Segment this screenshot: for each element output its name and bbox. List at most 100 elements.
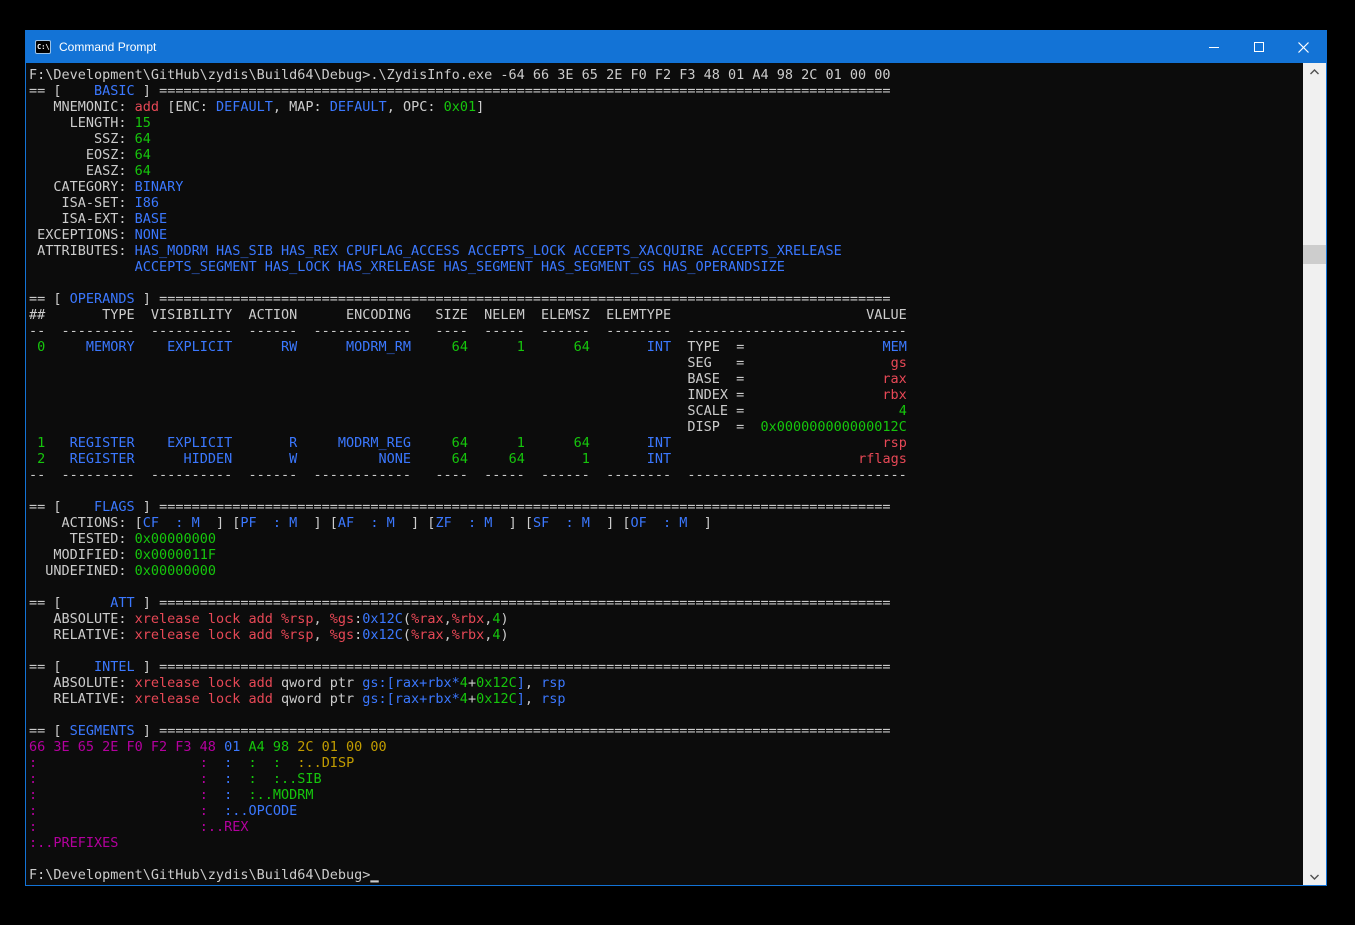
console-text-segment: EOSZ: [29,147,135,163]
console-text-segment: 66 3E 65 2E F0 F2 F3 48 [29,739,216,755]
console-text-segment [29,355,687,371]
console-text-segment: TESTED: [29,531,135,547]
console-text-segment: , [313,611,329,627]
console-text-segment: : [29,771,37,787]
console-text-segment: : [273,755,281,771]
console-text-segment [29,259,135,275]
console-text-segment: CATEGORY: [29,179,135,195]
console-text-segment [208,755,224,771]
console-text-segment: 1 [29,435,45,451]
console-text-segment: SF : M [533,515,590,531]
console-text-segment: ISA-EXT: [29,211,135,227]
console-line: 0 MEMORY EXPLICIT RW MODRM_RM 64 1 64 IN… [29,339,1303,355]
console-text-segment: LENGTH: [29,115,135,131]
console-line [29,707,1303,723]
console-text-segment: 64 [468,451,525,467]
console-text-segment: ] [135,595,159,611]
console-text-segment: 4 [492,611,500,627]
console-line: RELATIVE: xrelease lock add %rsp, %gs:0x… [29,627,1303,643]
scroll-down-button[interactable] [1303,868,1326,885]
console-text-segment: ZF : M [435,515,492,531]
maximize-icon [1254,42,1264,52]
console-text-segment: :..MODRM [249,787,314,803]
console-text-segment: A4 98 [248,739,289,755]
console-output[interactable]: F:\Development\GitHub\zydis\Build64\Debu… [26,63,1303,885]
console-text-segment: 4 [899,403,907,419]
console-text-segment: SCALE = [687,403,744,419]
window-title: Command Prompt [59,40,156,54]
console-text-segment: ACCEPTS_SEGMENT HAS_LOCK HAS_XRELEASE HA… [135,259,785,275]
console-text-segment [208,787,224,803]
console-text-segment: PF : M [240,515,297,531]
console-text-segment: ] [ [297,515,338,531]
console-text-segment: == [ [29,659,70,675]
console-text-segment: BASE [135,211,168,227]
console-text-segment: ) [501,627,509,643]
console-text-segment: DEFAULT [216,99,273,115]
console-line: == [ SEGMENTS ] ========================… [29,723,1303,739]
console-text-segment: : [200,803,208,819]
scroll-up-button[interactable] [1303,63,1326,80]
console-text-segment: DISP = [687,419,744,435]
console-text-segment: -- --------- ---------- ------ ---------… [29,467,687,483]
console-text-segment: 0x000000000000012C [761,419,907,435]
console-line: MODIFIED: 0x0000011F [29,547,1303,563]
console-text-segment [37,755,200,771]
console-line: SEG = gs [29,355,1303,371]
console-text-segment: 15 [135,115,151,131]
titlebar[interactable]: C:\ Command Prompt [26,31,1326,63]
console-text-segment [29,371,687,387]
scrollbar-thumb[interactable] [1303,245,1326,264]
console-text-segment: 0x00000000 [135,563,216,579]
console-text-segment: : [29,819,37,835]
console-text-segment: MEMORY [45,339,134,355]
console-text-segment: ABSOLUTE: [29,675,135,691]
console-text-segment: F:\Development\GitHub\zydis\Build64\Debu… [29,867,370,883]
console-text-segment: , [313,627,329,643]
console-text-segment: + [468,691,476,707]
console-text-segment: 64 [135,147,151,163]
cmd-icon-text: C:\ [36,44,50,51]
maximize-button[interactable] [1236,31,1281,63]
console-text-segment [744,339,882,355]
console-text-segment: 1 [468,339,525,355]
console-text-segment: INT [590,339,671,355]
console-text-segment: 0x01 [444,99,477,115]
console-text-segment: CF : M [143,515,200,531]
console-text-segment: == [ [29,595,70,611]
console-text-segment: %rbx [452,627,485,643]
console-text-segment: ] [135,291,159,307]
console-text-segment: F:\Development\GitHub\zydis\Build64\Debu… [29,67,891,83]
console-text-segment: : [29,803,37,819]
console-line: EXCEPTIONS: NONE [29,227,1303,243]
scrollbar[interactable] [1303,63,1326,885]
console-text-segment: EASZ: [29,163,135,179]
console-text-segment: OPERANDS [70,291,135,307]
console-text-segment: 64 [411,435,468,451]
console-text-segment: , [444,627,452,643]
console-text-segment: gs:[rax+rbx* [362,691,460,707]
console-text-segment: gs:[rax+rbx* [362,675,460,691]
console-text-segment: 1 [525,451,590,467]
minimize-button[interactable] [1191,31,1236,63]
console-text-segment: == [ [29,83,70,99]
console-text-segment: ATT [70,595,135,611]
console-text-segment: , [525,675,541,691]
console-line: CATEGORY: BINARY [29,179,1303,195]
console-text-segment: ] [ [200,515,241,531]
console-text-segment [232,755,248,771]
console-text-segment: ] [517,675,525,691]
console-text-segment: + [468,675,476,691]
console-text-segment: , [444,611,452,627]
close-button[interactable] [1281,31,1326,63]
console-text-segment: HIDDEN [135,451,233,467]
console-text-segment: INT [590,451,671,467]
console-text-segment [208,803,224,819]
terminal-window: C:\ Command Prompt F:\Development\GitHub… [25,30,1327,886]
console-text-segment: MEM [883,339,907,355]
console-text-segment: ACTIONS: [ [29,515,143,531]
console-text-segment: INDEX = [687,387,744,403]
console-text-segment: ] [135,499,159,515]
console-text-segment: rflags [858,451,907,467]
console-line: ACTIONS: [CF : M ] [PF : M ] [AF : M ] [… [29,515,1303,531]
